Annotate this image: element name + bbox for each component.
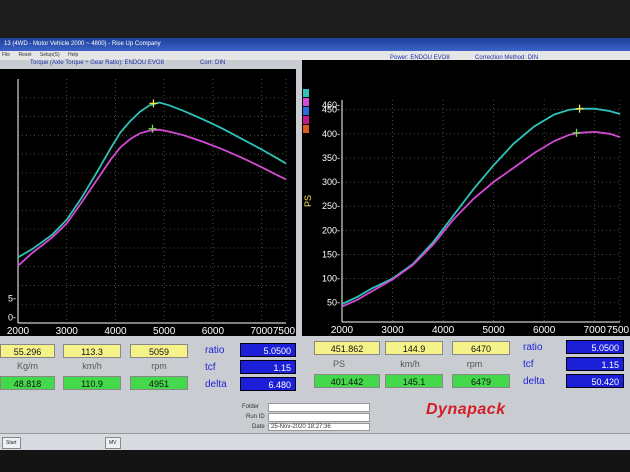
monitor-bezel bbox=[0, 450, 630, 472]
legend-swatch-4 bbox=[303, 116, 309, 124]
left-speed-value-a: 113.3 bbox=[63, 344, 121, 358]
dynapack-logo: Dynapack bbox=[426, 401, 506, 418]
window-title: 13 (4WD - Motor Vehicle 2000 ~ 4800) - R… bbox=[0, 38, 630, 51]
x-tick-label: 6000 bbox=[533, 325, 556, 336]
legend-swatch-1 bbox=[303, 89, 309, 97]
right-ratio-label: ratio bbox=[523, 342, 543, 353]
left-torque-value-a: 55.296 bbox=[0, 344, 55, 358]
right-unit-kmh: km/h bbox=[400, 359, 420, 369]
y-tick-label: 250- bbox=[322, 201, 340, 211]
x-tick-label: 7500 bbox=[607, 325, 630, 336]
y-tick-label: 200- bbox=[322, 225, 340, 235]
run-id-label: Run ID bbox=[246, 414, 265, 420]
x-axis-label: Engine RPM bbox=[446, 335, 497, 336]
right-tcf-label: tcf bbox=[523, 359, 534, 370]
left-ratio-label: ratio bbox=[205, 345, 225, 356]
left-torque-value-b: 48.818 bbox=[0, 376, 55, 390]
start-button[interactable]: Start bbox=[2, 437, 21, 449]
y-tick-label: 450- bbox=[322, 105, 340, 115]
left-rpm-value-b: 4951 bbox=[130, 376, 188, 390]
torque-chart-svg: 20003000400050006000700075005-0-Engine R… bbox=[7, 79, 296, 336]
date-value: 25-Nov-2020 18:27:36 bbox=[268, 423, 370, 431]
x-tick-label: 3000 bbox=[56, 326, 79, 336]
left-delta-value: 6.480 bbox=[240, 377, 296, 391]
y-tick-label: 0- bbox=[8, 312, 16, 322]
menu-item-help[interactable]: Help bbox=[68, 52, 78, 58]
menu-item-reset[interactable]: Reset bbox=[18, 52, 31, 58]
right-speed-value-b: 145.1 bbox=[385, 374, 443, 388]
y-tick-label: 5- bbox=[8, 294, 16, 304]
left-tcf-value: 1.15 bbox=[240, 360, 296, 374]
right-rpm-value-a: 6470 bbox=[452, 341, 510, 355]
x-tick-label: 3000 bbox=[381, 325, 404, 336]
legend-swatch-3 bbox=[303, 107, 309, 115]
menu-item-file[interactable]: File bbox=[2, 52, 10, 58]
x-tick-label: 7000 bbox=[251, 326, 274, 336]
power-chart-svg: 2000 3000 4000 5000 6000 7000 7500460-450-400-… bbox=[303, 100, 630, 336]
monitor-screen: 13 (4WD - Motor Vehicle 2000 ~ 4800) - R… bbox=[0, 38, 630, 450]
legend-swatch-5 bbox=[303, 125, 309, 133]
left-unit-rpm: rpm bbox=[151, 361, 167, 371]
legend-swatch-2 bbox=[303, 98, 309, 106]
run-id-field[interactable] bbox=[268, 413, 370, 422]
right-unit-ps: PS bbox=[332, 359, 345, 369]
power-chart: 2000 3000 4000 5000 6000 7000 7500 460- 450- 400-… bbox=[302, 60, 630, 336]
right-power-value-a: 451.862 bbox=[314, 341, 380, 355]
right-power-value-b: 401.442 bbox=[314, 374, 380, 388]
y-axis-label: PS bbox=[303, 195, 313, 207]
right-delta-value: 50.420 bbox=[566, 374, 624, 388]
series-line-2 bbox=[17, 128, 287, 267]
y-tick-label: 300- bbox=[322, 177, 340, 187]
left-unit-kgm: Kg/m bbox=[16, 361, 38, 371]
left-unit-kmh: km/h bbox=[82, 361, 102, 371]
y-tick-label: 50- bbox=[327, 298, 340, 308]
x-tick-label: 5000 bbox=[153, 326, 176, 336]
right-rpm-value-b: 6479 bbox=[452, 374, 510, 388]
taskbar: Start MV bbox=[0, 433, 630, 450]
torque-chart-corr: Corr: DIN bbox=[200, 60, 226, 66]
right-tcf-value: 1.15 bbox=[566, 357, 624, 371]
right-delta-label: delta bbox=[523, 376, 545, 387]
right-speed-value-a: 144.9 bbox=[385, 341, 443, 355]
left-speed-value-b: 110.9 bbox=[63, 376, 121, 390]
menu-item-setup[interactable]: Setup(S) bbox=[40, 52, 60, 58]
x-tick-label: 6000 bbox=[202, 326, 225, 336]
y-tick-label: 350- bbox=[322, 153, 340, 163]
x-tick-label: 2000 bbox=[331, 325, 354, 336]
y-tick-label: 100- bbox=[322, 274, 340, 284]
folder-field[interactable] bbox=[268, 403, 370, 412]
torque-chart: 20003000400050006000700075005-0-Engine R… bbox=[0, 69, 296, 336]
x-tick-label: 4000 bbox=[104, 326, 127, 336]
right-unit-rpm: rpm bbox=[466, 359, 483, 369]
torque-chart-title: Torque (Axle Torque ÷ Gear Ratio): ENDOU… bbox=[30, 60, 164, 66]
right-ratio-value: 5.0500 bbox=[566, 340, 624, 354]
left-delta-label: delta bbox=[205, 379, 227, 390]
date-label: Date bbox=[252, 424, 265, 430]
left-ratio-value: 5.0500 bbox=[240, 343, 296, 357]
x-tick-label: 2000 bbox=[7, 326, 30, 336]
left-tcf-label: tcf bbox=[205, 362, 216, 373]
x-tick-label: 7500 bbox=[273, 326, 296, 336]
folder-label: Folder bbox=[242, 404, 260, 410]
y-tick-label: 400- bbox=[322, 129, 340, 139]
x-tick-label: 7000 bbox=[584, 325, 607, 336]
left-rpm-value-a: 5059 bbox=[130, 344, 188, 358]
y-tick-label: 150- bbox=[322, 249, 340, 259]
taskbar-item-mv[interactable]: MV bbox=[105, 437, 121, 449]
